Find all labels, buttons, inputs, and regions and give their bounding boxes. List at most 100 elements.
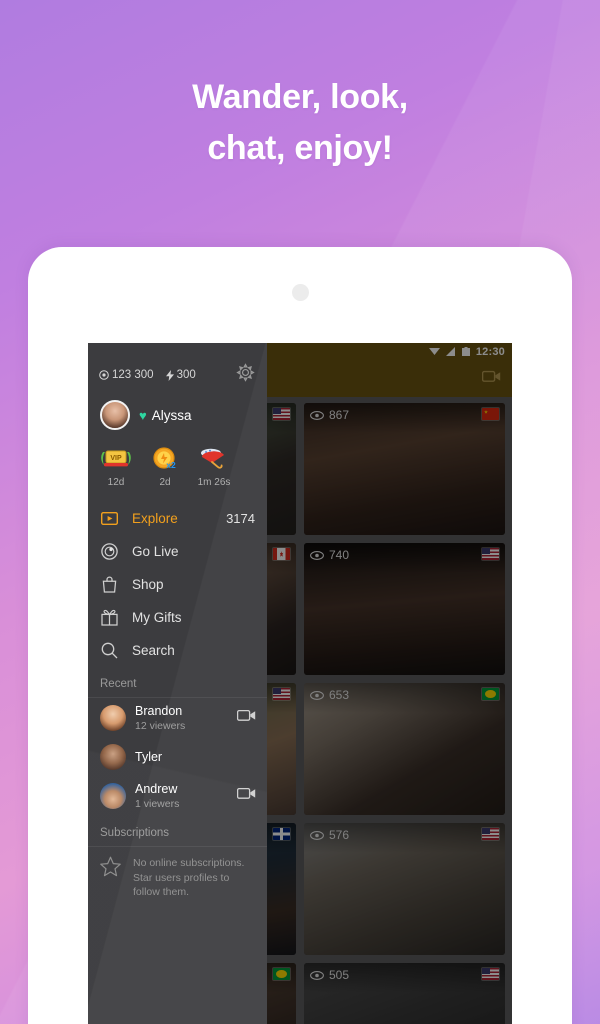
signal-icon — [445, 343, 456, 361]
recent-person-tyler[interactable]: Tyler — [88, 738, 267, 776]
country-flag-icon — [482, 688, 499, 700]
menu-item-label: Shop — [132, 577, 164, 592]
front-camera-icon — [292, 284, 309, 301]
menu-item-label: Explore — [132, 511, 178, 526]
headline-line-2: chat, enjoy! — [207, 129, 393, 167]
country-flag-icon — [273, 548, 290, 560]
recent-person-andrew[interactable]: Andrew 1 viewers — [88, 776, 267, 816]
phone-screen: 12:30 ore Chat 2 — [88, 343, 512, 1024]
menu-item-label: My Gifts — [132, 610, 182, 625]
section-recent-title: Recent — [88, 667, 267, 698]
umbrella-icon — [195, 444, 233, 474]
recent-person-brandon[interactable]: Brandon 12 viewers — [88, 698, 267, 738]
eye-icon — [310, 550, 324, 560]
battery-icon — [461, 343, 470, 361]
eye-icon — [310, 410, 324, 420]
headline-line-1: Wander, look, — [192, 78, 408, 116]
eye-icon — [310, 690, 324, 700]
bolt-icon — [165, 369, 174, 381]
country-flag-icon — [482, 968, 499, 980]
drawer-header: 123 300 300 — [88, 343, 267, 387]
profile-card[interactable]: 867 — [304, 403, 505, 535]
country-flag-icon — [273, 688, 290, 700]
profile-card[interactable]: 505 — [304, 963, 505, 1024]
user-profile-name: Alyssa — [151, 407, 192, 423]
viewer-count-value: 576 — [329, 828, 350, 842]
eye-icon — [310, 830, 324, 840]
profile-card[interactable]: 576 — [304, 823, 505, 955]
country-flag-icon — [482, 548, 499, 560]
menu-item-my-gifts[interactable]: My Gifts — [88, 601, 267, 634]
coin-x2-icon: x2 — [146, 444, 184, 474]
navigation-drawer: 123 300 300 ♥ Alyssa VIP 12d x2 2d 1m 26… — [88, 343, 267, 1024]
badge-time: 1m 26s — [197, 477, 231, 488]
video-camera-icon[interactable] — [236, 709, 256, 727]
menu-item-count: 3174 — [226, 511, 255, 526]
menu-item-label: Go Live — [132, 544, 179, 559]
menu-item-search[interactable]: Search — [88, 634, 267, 667]
recent-person-viewers: 1 viewers — [135, 797, 180, 810]
broadcast-icon — [101, 543, 118, 560]
video-camera-icon[interactable] — [481, 370, 501, 388]
menu-item-shop[interactable]: Shop — [88, 568, 267, 601]
svg-text:x2: x2 — [166, 460, 176, 470]
status-bar-clock: 12:30 — [475, 346, 505, 358]
country-flag-icon — [273, 968, 290, 980]
viewer-count: 867 — [310, 408, 349, 422]
viewer-count-value: 505 — [329, 968, 350, 982]
recent-person-name: Tyler — [135, 749, 163, 764]
viewer-count: 576 — [310, 828, 349, 842]
menu-item-label: Search — [132, 643, 175, 658]
recent-person-name: Andrew — [135, 782, 178, 797]
menu-item-go-live[interactable]: Go Live — [88, 535, 267, 568]
avatar — [100, 744, 126, 771]
gear-icon[interactable] — [236, 363, 255, 387]
star-icon — [100, 856, 121, 882]
badge-time: 12d — [107, 477, 125, 488]
avatar — [100, 400, 130, 430]
viewer-count-value: 867 — [329, 408, 350, 422]
country-flag-icon — [482, 408, 499, 420]
section-subscriptions-title: Subscriptions — [88, 816, 267, 848]
energy-balance[interactable]: 300 — [165, 369, 196, 381]
user-profile[interactable]: ♥ Alyssa — [88, 387, 267, 430]
heart-icon: ♥ — [139, 407, 147, 423]
viewer-count-value: 740 — [329, 548, 350, 562]
recent-person-text: Brandon 12 viewers — [135, 704, 185, 732]
country-flag-icon — [482, 828, 499, 840]
svg-text:VIP: VIP — [110, 455, 122, 462]
profile-card[interactable]: 740 — [304, 543, 505, 675]
badge-item[interactable]: 1m 26s — [195, 444, 233, 488]
gift-icon — [101, 609, 118, 626]
user-profile-name-row: ♥ Alyssa — [139, 408, 191, 423]
profile-card[interactable]: 653 — [304, 683, 505, 815]
coin-icon — [99, 370, 109, 380]
energy-balance-value: 300 — [176, 369, 196, 381]
avatar — [100, 705, 126, 732]
tv-icon — [101, 512, 118, 525]
avatar — [100, 783, 126, 810]
badge-item[interactable]: x2 2d — [146, 444, 184, 488]
search-icon — [101, 642, 118, 659]
viewer-count: 740 — [310, 548, 349, 562]
video-camera-icon[interactable] — [236, 787, 256, 805]
recent-person-text: Tyler — [135, 750, 162, 765]
badge-item[interactable]: VIP 12d — [97, 444, 135, 488]
subscriptions-empty-text: No online subscriptions. Star users prof… — [133, 857, 245, 899]
drawer-menu: Explore 3174 Go Live Shop My Gifts Searc… — [88, 502, 267, 667]
menu-item-explore[interactable]: Explore 3174 — [88, 502, 267, 535]
viewer-count: 653 — [310, 688, 349, 702]
country-flag-icon — [273, 828, 290, 840]
coin-balance-value: 123 300 — [112, 369, 154, 381]
page-title: Wander, look, chat, enjoy! — [0, 72, 600, 174]
badge-time: 2d — [159, 477, 171, 488]
shopping-bag-icon — [101, 576, 118, 593]
country-flag-icon — [273, 408, 290, 420]
viewer-count: 505 — [310, 968, 349, 982]
wifi-icon — [428, 343, 440, 361]
recent-person-text: Andrew 1 viewers — [135, 782, 179, 810]
recent-person-name: Brandon — [135, 704, 183, 718]
badge-list: VIP 12d x2 2d 1m 26s — [88, 430, 267, 488]
coin-balance[interactable]: 123 300 — [99, 369, 154, 381]
viewer-count-value: 653 — [329, 688, 350, 702]
